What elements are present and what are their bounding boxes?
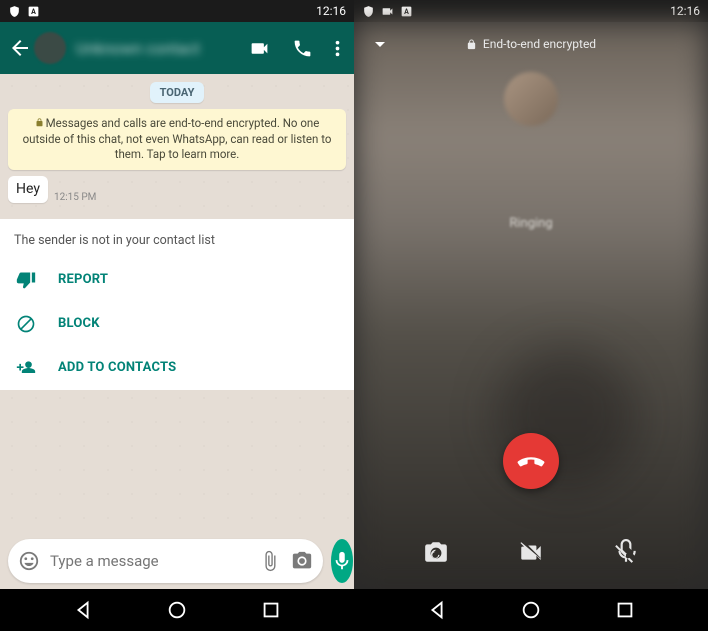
add-contact-label: ADD TO CONTACTS xyxy=(58,360,176,375)
unknown-sender-panel: The sender is not in your contact list R… xyxy=(0,219,354,390)
svg-text:A: A xyxy=(404,7,409,16)
square-a-icon: A xyxy=(400,5,413,18)
sender-warning: The sender is not in your contact list xyxy=(0,219,354,258)
contact-avatar[interactable] xyxy=(34,32,66,64)
message-input[interactable] xyxy=(50,552,249,570)
chevron-down-icon[interactable] xyxy=(368,32,392,56)
contact-name[interactable]: Unknown contact xyxy=(76,39,249,58)
call-overlay: End-to-end encrypted Ringing xyxy=(354,22,708,589)
shield-icon xyxy=(8,5,21,18)
camera-icon[interactable] xyxy=(291,550,313,572)
report-button[interactable]: REPORT xyxy=(0,258,354,302)
android-nav-bar xyxy=(354,589,708,631)
encryption-label: End-to-end encrypted xyxy=(483,37,596,51)
status-time: 12:16 xyxy=(316,4,346,18)
encryption-text: Messages and calls are end-to-end encryp… xyxy=(23,116,332,161)
mic-off-icon[interactable] xyxy=(613,539,639,565)
message-input-row xyxy=(0,533,354,589)
more-icon[interactable] xyxy=(335,38,340,59)
call-controls xyxy=(354,539,708,565)
lock-icon xyxy=(35,118,44,127)
chat-body: TODAY Messages and calls are end-to-end … xyxy=(0,74,354,533)
svg-text:A: A xyxy=(31,7,36,16)
square-a-icon: A xyxy=(27,5,40,18)
lock-icon xyxy=(466,39,477,50)
mic-icon xyxy=(331,550,353,572)
shield-icon xyxy=(362,5,375,18)
video-call-screen: A 12:16 End-to-end encrypted Ringing xyxy=(354,0,708,631)
android-nav-bar xyxy=(0,589,354,631)
nav-home-icon[interactable] xyxy=(166,599,188,621)
chat-header: Unknown contact xyxy=(0,22,354,74)
status-time: 12:16 xyxy=(670,4,700,18)
message-bubble: Hey xyxy=(8,176,48,203)
end-call-button[interactable] xyxy=(503,433,559,489)
video-off-icon[interactable] xyxy=(518,539,544,565)
back-icon[interactable] xyxy=(8,36,32,60)
status-bar: A 12:16 xyxy=(354,0,708,22)
caller-avatar xyxy=(504,72,558,126)
video-call-icon[interactable] xyxy=(249,38,270,59)
call-state: Ringing xyxy=(509,216,552,231)
thumb-down-icon xyxy=(16,270,36,290)
whatsapp-chat-screen: A 12:16 Unknown contact TODAY Messages a… xyxy=(0,0,354,631)
message-input-box[interactable] xyxy=(8,539,323,583)
date-chip: TODAY xyxy=(150,82,205,103)
videocam-status-icon xyxy=(381,5,394,18)
nav-back-icon[interactable] xyxy=(72,599,94,621)
block-button[interactable]: BLOCK xyxy=(0,302,354,346)
block-icon xyxy=(16,314,36,334)
add-contact-button[interactable]: ADD TO CONTACTS xyxy=(0,346,354,390)
voice-call-icon[interactable] xyxy=(292,38,313,59)
nav-home-icon[interactable] xyxy=(520,599,542,621)
nav-back-icon[interactable] xyxy=(426,599,448,621)
status-bar: A 12:16 xyxy=(0,0,354,22)
hangup-icon xyxy=(516,446,546,476)
message-row[interactable]: Hey 12:15 PM xyxy=(8,176,346,203)
attach-icon[interactable] xyxy=(259,550,281,572)
encryption-indicator: End-to-end encrypted xyxy=(400,37,662,51)
block-label: BLOCK xyxy=(58,316,100,331)
switch-camera-icon[interactable] xyxy=(423,539,449,565)
nav-recents-icon[interactable] xyxy=(260,599,282,621)
report-label: REPORT xyxy=(58,272,108,287)
add-contact-icon xyxy=(16,358,36,378)
encryption-notice[interactable]: Messages and calls are end-to-end encryp… xyxy=(8,109,346,170)
nav-recents-icon[interactable] xyxy=(614,599,636,621)
mic-button[interactable] xyxy=(331,539,353,583)
emoji-icon[interactable] xyxy=(18,550,40,572)
message-time: 12:15 PM xyxy=(54,192,96,203)
